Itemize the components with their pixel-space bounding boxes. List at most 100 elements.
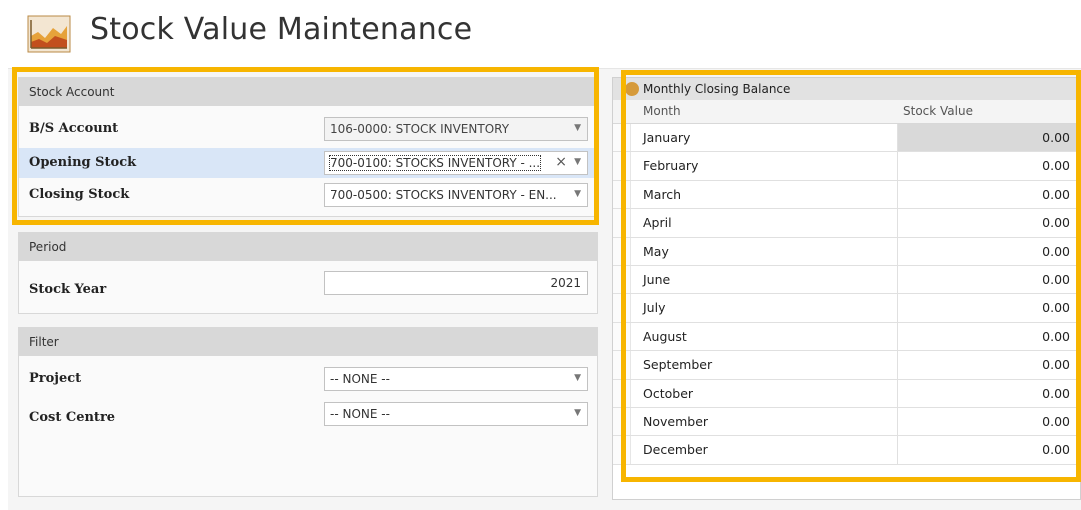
page-title: Stock Value Maintenance	[90, 12, 473, 47]
title-bar: Stock Value Maintenance	[0, 0, 1081, 62]
row-indicator	[613, 407, 631, 436]
table-row[interactable]: December 0.00	[613, 436, 1080, 465]
row-indicator	[613, 351, 631, 379]
project-value: -- NONE --	[330, 372, 390, 386]
closing-stock-value: 700-0500: STOCKS INVENTORY - EN...	[330, 188, 557, 202]
stock-account-group: Stock Account B/S Account 106-0000: STOC…	[18, 77, 598, 217]
stock-value-cell[interactable]: 0.00	[1042, 357, 1070, 372]
grid-title: Monthly Closing Balance	[613, 78, 1080, 100]
row-indicator	[613, 294, 631, 322]
project-combo[interactable]: -- NONE -- ▼	[324, 367, 588, 391]
table-row[interactable]: November 0.00	[613, 407, 1080, 437]
column-divider	[897, 379, 898, 407]
column-header-month[interactable]: Month	[643, 104, 681, 118]
table-row[interactable]: March 0.00	[613, 180, 1080, 210]
column-divider	[897, 152, 898, 180]
table-row[interactable]: August 0.00	[613, 322, 1080, 352]
column-divider	[897, 124, 898, 152]
grid-header: Month Stock Value	[613, 100, 1080, 124]
row-indicator	[613, 322, 631, 351]
project-row: Project -- NONE -- ▼	[19, 364, 597, 394]
period-group: Period Stock Year 2021	[18, 232, 598, 314]
cost-centre-label: Cost Centre	[29, 410, 116, 425]
stock-value-cell[interactable]: 0.00	[1042, 215, 1070, 230]
month-cell: January	[643, 130, 691, 145]
stock-value-cell[interactable]: 0.00	[1042, 300, 1070, 315]
table-row[interactable]: May 0.00	[613, 237, 1080, 266]
stock-year-input[interactable]: 2021	[324, 271, 588, 295]
grid-body: January 0.00 February 0.00 March 0.00 April 0.0…	[613, 124, 1080, 465]
closing-stock-row: Closing Stock 700-0500: STOCKS INVENTORY…	[19, 180, 597, 210]
stock-value-cell[interactable]: 0.00	[1042, 414, 1070, 429]
month-cell: May	[643, 243, 669, 259]
column-divider	[897, 436, 898, 464]
bs-account-combo[interactable]: 106-0000: STOCK INVENTORY ▼	[324, 117, 588, 141]
row-indicator	[613, 265, 631, 294]
stock-value-cell[interactable]: 0.00	[1042, 130, 1070, 145]
cost-centre-value: -- NONE --	[330, 407, 390, 421]
column-divider	[897, 294, 898, 322]
coins-icon	[625, 82, 639, 96]
project-label: Project	[29, 371, 82, 386]
table-row[interactable]: July 0.00	[613, 294, 1080, 323]
stock-value-cell[interactable]: 0.00	[1042, 329, 1070, 344]
chart-icon	[27, 15, 71, 53]
chevron-down-icon[interactable]: ▼	[574, 123, 581, 133]
stock-account-header: Stock Account	[19, 78, 597, 106]
stock-year-row: Stock Year 2021	[19, 271, 597, 305]
filter-header: Filter	[19, 328, 597, 356]
column-divider	[897, 265, 898, 294]
month-cell: December	[643, 442, 708, 458]
column-divider	[897, 351, 898, 379]
month-cell: August	[643, 328, 687, 344]
table-row[interactable]: September 0.00	[613, 351, 1080, 380]
month-cell: March	[643, 186, 682, 202]
stock-value-cell[interactable]: 0.00	[1042, 272, 1070, 287]
bs-account-row: B/S Account 106-0000: STOCK INVENTORY ▼	[19, 114, 597, 144]
chevron-down-icon[interactable]: ▼	[574, 373, 581, 383]
opening-stock-combo[interactable]: 700-0100: STOCKS INVENTORY - ... × ▼	[324, 151, 588, 175]
stock-year-label: Stock Year	[29, 282, 107, 297]
grid-title-text: Monthly Closing Balance	[643, 82, 791, 96]
month-cell: February	[643, 158, 699, 174]
closing-stock-label: Closing Stock	[29, 187, 130, 202]
clear-icon[interactable]: ×	[555, 154, 567, 170]
table-row[interactable]: April 0.00	[613, 209, 1080, 238]
table-row[interactable]: June 0.00	[613, 265, 1080, 295]
month-cell: November	[643, 413, 709, 429]
table-row[interactable]: January 0.00	[613, 124, 1080, 153]
table-row[interactable]: October 0.00	[613, 379, 1080, 408]
closing-stock-combo[interactable]: 700-0500: STOCKS INVENTORY - EN... ▼	[324, 183, 588, 207]
stock-value-cell[interactable]: 0.00	[1042, 386, 1070, 401]
stock-value-cell[interactable]: 0.00	[1042, 187, 1070, 202]
chevron-down-icon[interactable]: ▼	[574, 157, 581, 167]
bs-account-label: B/S Account	[29, 121, 119, 136]
filter-group: Filter Project -- NONE -- ▼ Cost Centre …	[18, 327, 598, 497]
chevron-down-icon[interactable]: ▼	[574, 408, 581, 418]
column-divider	[897, 322, 898, 351]
row-indicator	[613, 180, 631, 209]
opening-stock-row: Opening Stock 700-0100: STOCKS INVENTORY…	[19, 148, 597, 178]
month-cell: October	[643, 385, 694, 401]
stock-value-cell[interactable]: 0.00	[1042, 158, 1070, 173]
row-indicator	[613, 209, 631, 237]
row-indicator	[613, 152, 631, 180]
month-cell: June	[643, 271, 671, 287]
cost-centre-combo[interactable]: -- NONE -- ▼	[324, 402, 588, 426]
row-indicator	[613, 379, 631, 407]
chevron-down-icon[interactable]: ▼	[574, 189, 581, 199]
row-indicator	[613, 124, 631, 152]
stock-value-cell[interactable]: 0.00	[1042, 442, 1070, 457]
row-indicator	[613, 237, 631, 265]
period-header: Period	[19, 233, 597, 261]
row-indicator	[613, 436, 631, 464]
column-header-stock-value[interactable]: Stock Value	[903, 104, 973, 118]
table-row[interactable]: February 0.00	[613, 152, 1080, 181]
bs-account-value: 106-0000: STOCK INVENTORY	[330, 122, 510, 136]
opening-stock-label: Opening Stock	[29, 155, 137, 170]
column-divider	[897, 209, 898, 237]
month-cell: April	[643, 215, 672, 231]
cost-centre-row: Cost Centre -- NONE -- ▼	[19, 402, 597, 433]
stock-value-cell[interactable]: 0.00	[1042, 244, 1070, 259]
stock-year-value: 2021	[550, 276, 581, 290]
